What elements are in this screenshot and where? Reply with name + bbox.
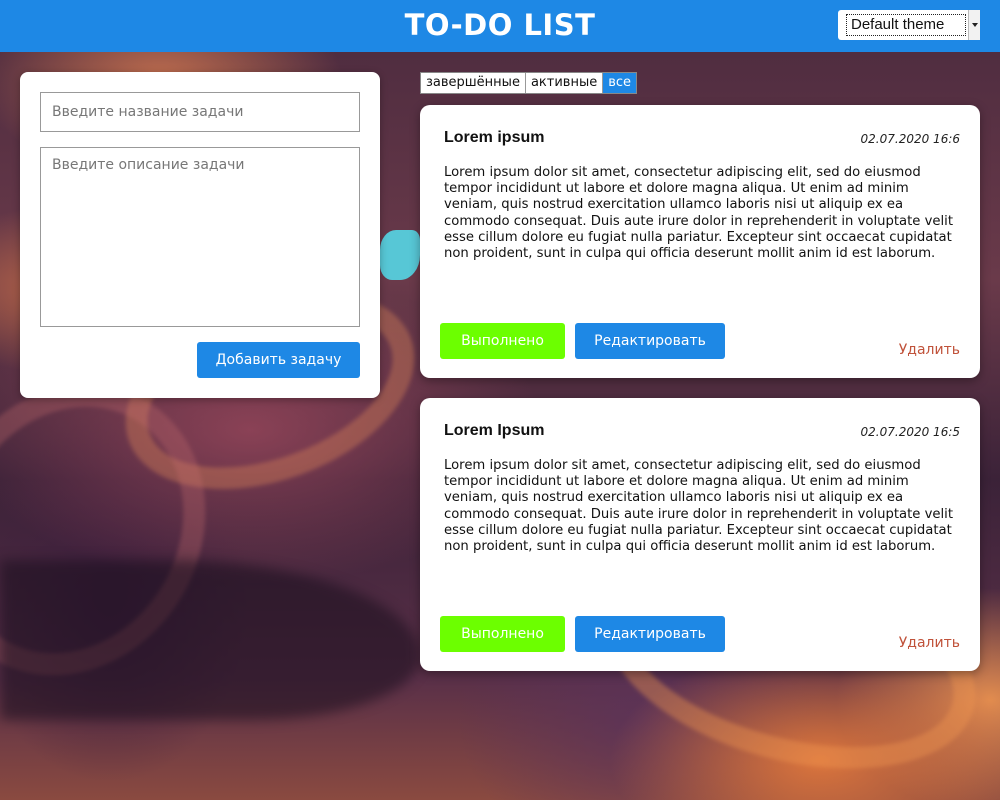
- background-sky: [380, 230, 420, 280]
- add-task-button[interactable]: Добавить задачу: [197, 342, 360, 378]
- task-title: Lorem Ipsum: [444, 422, 545, 439]
- edit-task-button[interactable]: Редактировать: [575, 616, 725, 652]
- task-title: Lorem ipsum: [444, 129, 545, 146]
- delete-task-link[interactable]: Удалить: [899, 342, 960, 358]
- task-date: 02.07.2020 16:6: [860, 132, 960, 146]
- task-description-input[interactable]: [40, 147, 360, 327]
- filter-all[interactable]: все: [603, 73, 637, 93]
- mark-done-button[interactable]: Выполнено: [440, 323, 565, 359]
- filter-active[interactable]: активные: [526, 73, 604, 93]
- background-shadow: [0, 560, 420, 720]
- task-description: Lorem ipsum dolor sit amet, consectetur …: [444, 458, 954, 555]
- task-card: Lorem ipsum 02.07.2020 16:6 Lorem ipsum …: [420, 105, 980, 378]
- filter-completed[interactable]: завершённые: [421, 73, 526, 93]
- edit-task-button[interactable]: Редактировать: [575, 323, 725, 359]
- new-task-form: Добавить задачу: [20, 72, 380, 398]
- chevron-down-icon[interactable]: [968, 10, 980, 40]
- theme-select-value: Default theme: [846, 14, 966, 36]
- task-date: 02.07.2020 16:5: [860, 425, 960, 439]
- delete-task-link[interactable]: Удалить: [899, 635, 960, 651]
- task-description: Lorem ipsum dolor sit amet, consectetur …: [444, 165, 954, 262]
- task-title-input[interactable]: [40, 92, 360, 132]
- task-filter-group: завершённые активные все: [420, 72, 638, 94]
- mark-done-button[interactable]: Выполнено: [440, 616, 565, 652]
- app-header: TO-DO LIST Default theme: [0, 0, 1000, 52]
- theme-select[interactable]: Default theme: [838, 10, 980, 40]
- task-card: Lorem Ipsum 02.07.2020 16:5 Lorem ipsum …: [420, 398, 980, 671]
